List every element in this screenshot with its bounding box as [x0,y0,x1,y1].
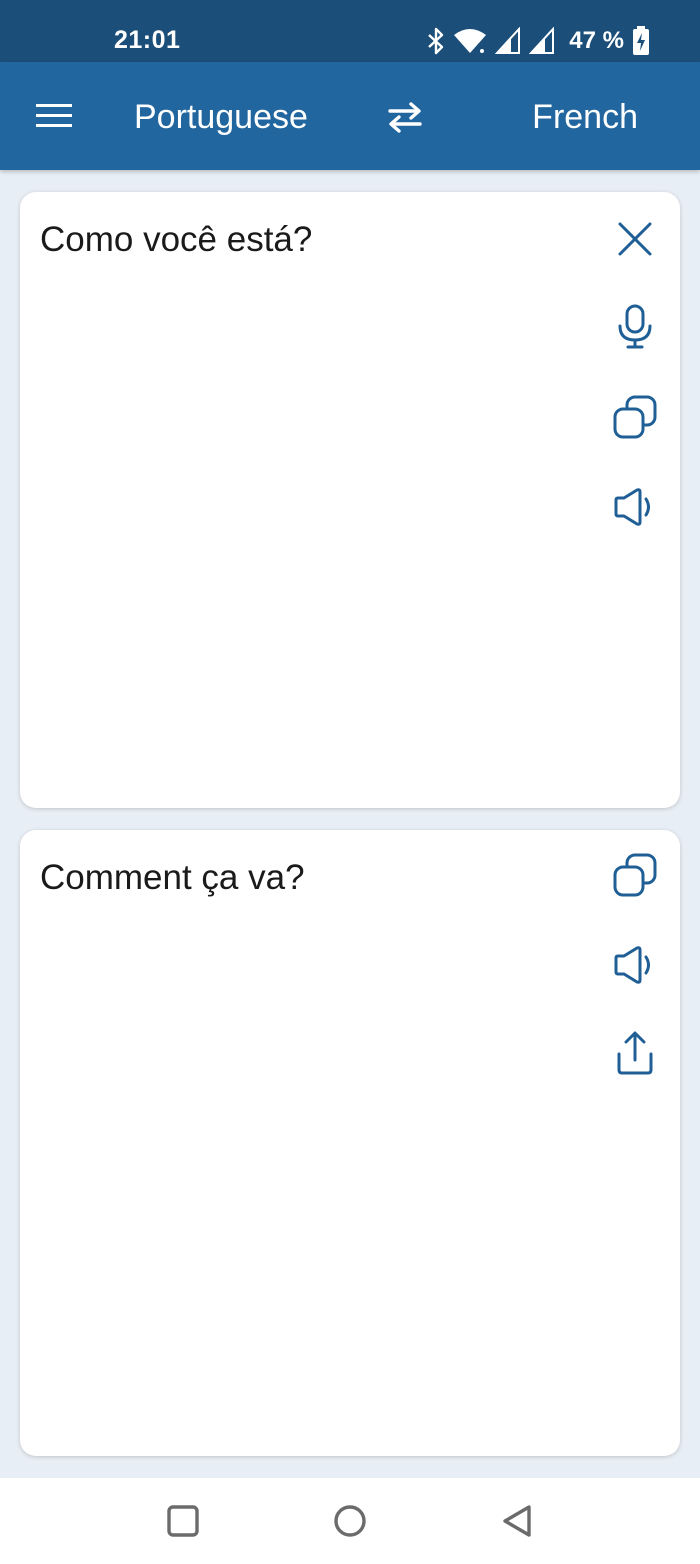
share-icon[interactable] [612,1030,658,1076]
swap-arrows-icon[interactable] [384,100,426,134]
source-text-card: Como você está? [20,192,680,808]
speaker-icon[interactable] [612,484,658,530]
wifi-icon [453,27,487,55]
status-time: 21:01 [114,26,181,54]
translation-text: Comment ça va? [40,858,305,897]
status-icons: 47 % [427,24,650,58]
battery-charging-icon [632,26,650,56]
status-bar: 21:01 47 % [0,0,700,62]
close-icon[interactable] [612,216,658,262]
microphone-icon[interactable] [612,304,658,350]
battery-percentage: 47 % [569,27,624,54]
speaker-icon[interactable] [612,942,658,988]
target-language-selector[interactable]: French [532,98,638,137]
copy-icon[interactable] [612,852,658,898]
system-navigation-bar [0,1478,700,1564]
signal-icon [495,27,521,55]
hamburger-menu-icon[interactable] [34,98,74,132]
source-language-selector[interactable]: Portuguese [134,98,308,137]
bluetooth-icon [427,27,445,55]
source-text-input[interactable]: Como você está? [40,220,312,260]
signal-icon [529,27,555,55]
home-circle-icon[interactable] [333,1504,367,1538]
back-triangle-icon[interactable] [500,1504,534,1538]
app-bar: Portuguese French [0,62,700,170]
translation-card: Comment ça va? [20,830,680,1456]
recents-square-icon[interactable] [166,1504,200,1538]
copy-icon[interactable] [612,394,658,440]
